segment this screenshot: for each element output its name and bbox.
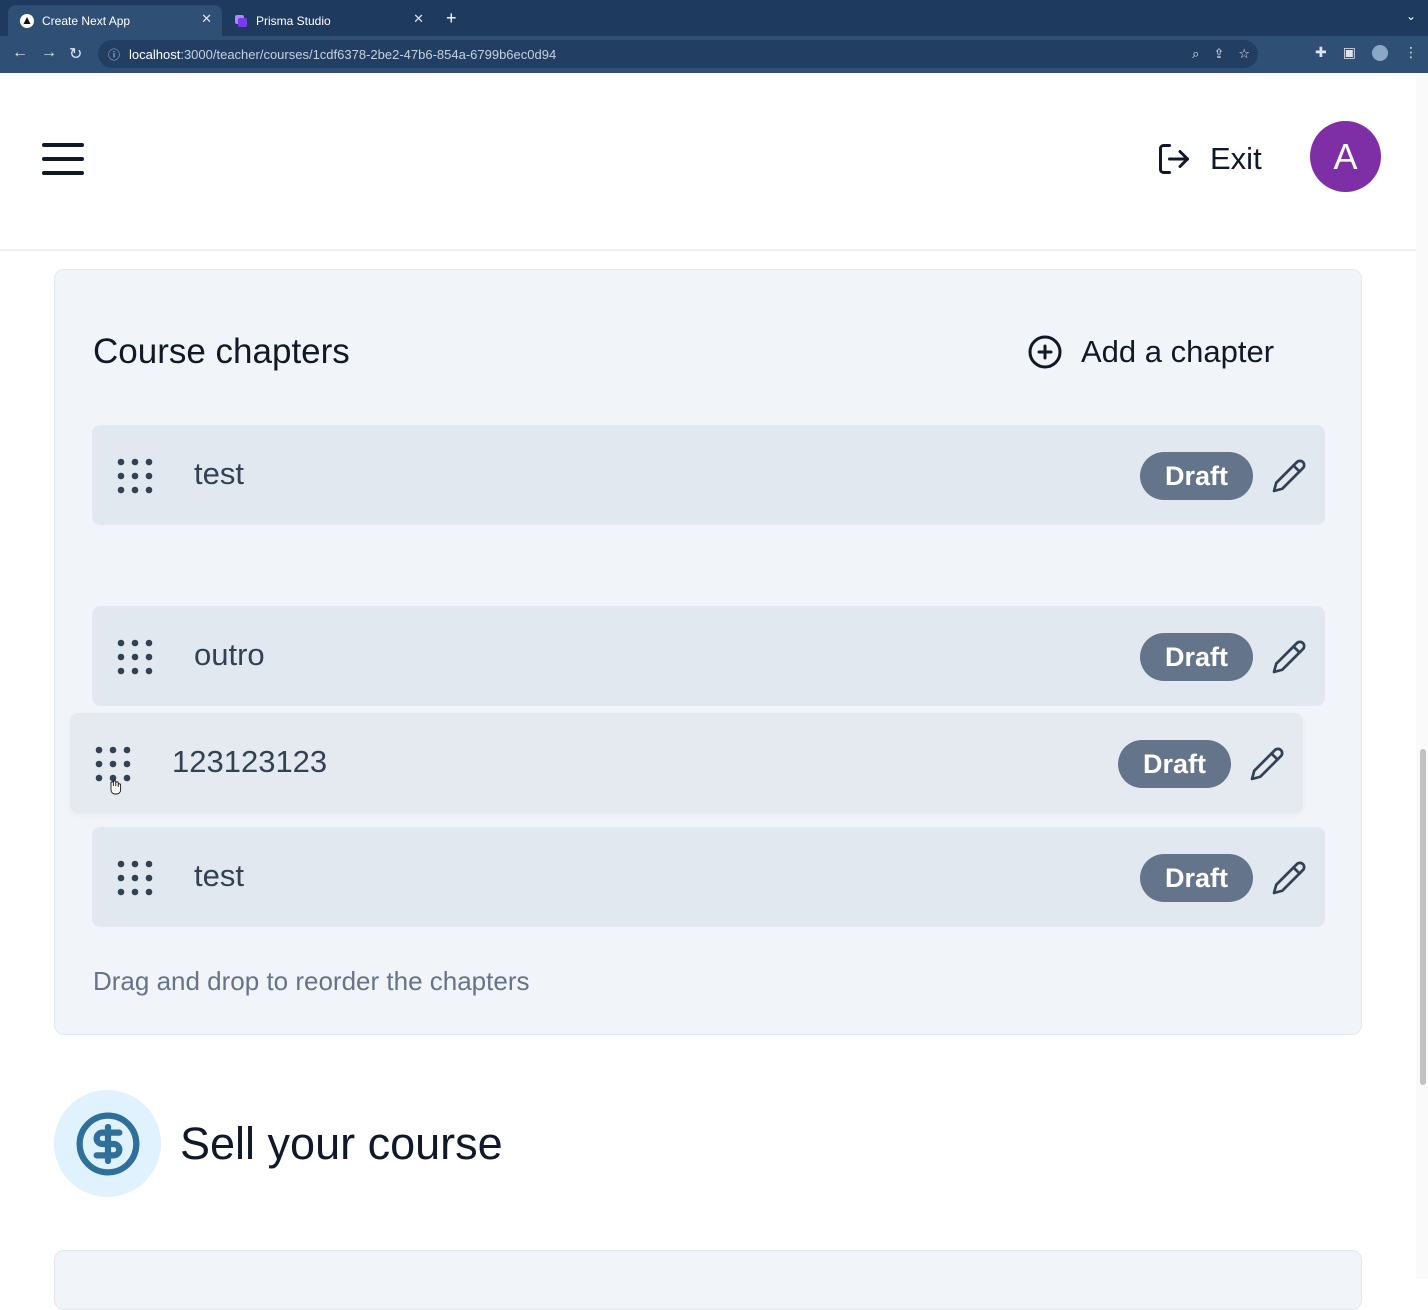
status-badge: Draft (1140, 633, 1253, 681)
tab-title: Create Next App (42, 13, 131, 28)
chapter-title: 123123123 (172, 744, 328, 779)
chevron-down-icon[interactable]: ⌄ (1406, 9, 1416, 23)
url-host: localhost (129, 46, 181, 62)
section-title: Sell your course (180, 1118, 503, 1169)
sell-icon-badge (54, 1090, 161, 1197)
chapter-item-dragging[interactable]: 123123123 Draft (70, 713, 1303, 813)
forward-arrow-icon[interactable]: → (41, 44, 57, 62)
chapter-title: test (194, 456, 244, 491)
browser-tab-prisma-studio[interactable]: Prisma Studio ✕ (222, 5, 434, 36)
info-icon[interactable]: ⓘ (108, 46, 120, 63)
exit-button[interactable]: Exit (1156, 141, 1262, 177)
status-badge: Draft (1140, 854, 1253, 902)
tab-title: Prisma Studio (256, 13, 331, 28)
back-arrow-icon[interactable]: ← (12, 44, 28, 62)
avatar-initial: A (1333, 135, 1358, 177)
chapter-item[interactable]: test Draft (92, 425, 1325, 525)
app-header: Exit A (0, 73, 1416, 251)
extensions-icon[interactable]: ✚ (1315, 44, 1327, 61)
status-badge: Draft (1140, 452, 1253, 500)
browser-toolbar: ← → ↻ ⓘ localhost :3000/teacher/courses/… (0, 36, 1428, 73)
profile-icon[interactable] (1372, 44, 1388, 61)
chapter-item[interactable]: outro Draft (92, 606, 1325, 706)
share-icon[interactable]: ⇪ (1213, 46, 1224, 62)
grip-icon[interactable] (117, 639, 153, 675)
hamburger-menu-icon[interactable] (42, 143, 84, 177)
pencil-icon[interactable] (1249, 746, 1285, 782)
side-panel-icon[interactable]: ▣ (1343, 44, 1356, 61)
close-tab-icon[interactable]: ✕ (201, 11, 212, 27)
grab-cursor-icon (110, 780, 122, 795)
pencil-icon[interactable] (1271, 639, 1307, 675)
add-chapter-button[interactable]: Add a chapter (1027, 334, 1274, 370)
plus-circle-icon (1028, 335, 1062, 369)
pencil-icon[interactable] (1271, 458, 1307, 494)
page-scrollbar[interactable] (1416, 73, 1428, 1279)
reorder-hint: Drag and drop to reorder the chapters (93, 966, 530, 996)
grip-icon[interactable] (95, 746, 131, 782)
grip-icon[interactable] (117, 458, 153, 494)
scrollbar-thumb[interactable] (1420, 749, 1426, 1085)
add-chapter-label: Add a chapter (1081, 334, 1275, 369)
bookmark-star-icon[interactable]: ☆ (1238, 46, 1250, 62)
browser-menu-icon[interactable]: ⋮ (1404, 44, 1418, 61)
nextjs-favicon-icon (20, 13, 34, 28)
zoom-icon[interactable]: ⌕ (1192, 46, 1199, 62)
url-path: :3000/teacher/courses/1cdf6378-2be2-47b6… (180, 46, 557, 62)
address-bar[interactable]: ⓘ localhost :3000/teacher/courses/1cdf63… (98, 40, 1258, 68)
course-chapters-card: Course chapters Add a chapter test Draft… (54, 269, 1362, 1035)
chapter-title: outro (194, 637, 265, 672)
reload-icon[interactable]: ↻ (69, 44, 82, 64)
prisma-favicon-icon (234, 14, 248, 28)
pencil-icon[interactable] (1271, 860, 1307, 896)
browser-tab-create-next-app[interactable]: Create Next App ✕ (8, 5, 222, 36)
dollar-circle-icon (76, 1112, 139, 1175)
logout-icon (1159, 144, 1189, 174)
exit-label: Exit (1210, 141, 1262, 176)
chapter-item[interactable]: test Draft (92, 827, 1325, 927)
price-card (54, 1250, 1362, 1310)
chapter-title: test (194, 858, 244, 893)
browser-tab-bar: Create Next App ✕ Prisma Studio ✕ + ⌄ (0, 0, 1428, 36)
avatar[interactable]: A (1310, 121, 1381, 192)
new-tab-icon[interactable]: + (446, 8, 457, 29)
close-tab-icon[interactable]: ✕ (413, 11, 424, 27)
status-badge: Draft (1118, 740, 1231, 788)
grip-icon[interactable] (117, 860, 153, 896)
card-title: Course chapters (93, 332, 350, 371)
